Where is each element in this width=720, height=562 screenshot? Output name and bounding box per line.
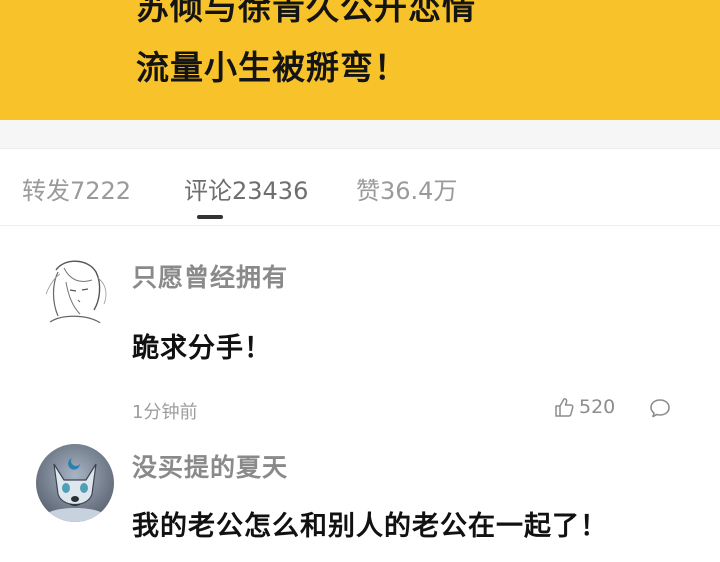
thumbs-up-icon [555,398,574,417]
like-button[interactable]: 520 [553,394,615,420]
comment-username[interactable]: 没买提的夏天 [132,448,288,484]
section-divider [0,120,720,149]
comment-bubble-icon[interactable] [648,396,672,420]
post-header-banner: 苏倾与徐青久公开恋情 流量小生被掰弯！ [0,0,720,120]
interaction-tabs: 转发7222 评论23436 赞36.4万 [0,149,720,226]
tab-repost[interactable]: 转发7222 [22,171,131,206]
comment-username[interactable]: 只愿曾经拥有 [132,258,288,294]
sketch-portrait-avatar-icon[interactable] [36,254,114,332]
headline-line-2: 流量小生被掰弯！ [136,48,408,87]
comment-timestamp: 1分钟前 [132,402,198,423]
comment-text: 跪求分手！ [132,333,272,364]
comment-text: 我的老公怎么和别人的老公在一起了！ [132,511,608,542]
fox-character-avatar-icon[interactable] [36,444,114,522]
comment-item: 没买提的夏天 我的老公怎么和别人的老公在一起了！ [0,436,720,562]
tab-likes[interactable]: 赞36.4万 [356,171,457,206]
tab-comments[interactable]: 评论23436 [184,171,308,206]
headline-line-1: 苏倾与徐青久公开恋情 [136,0,476,27]
active-tab-indicator [197,215,223,219]
comment-item: 只愿曾经拥有 跪求分手！ 1分钟前 520 [0,246,720,432]
like-count: 520 [579,396,616,418]
